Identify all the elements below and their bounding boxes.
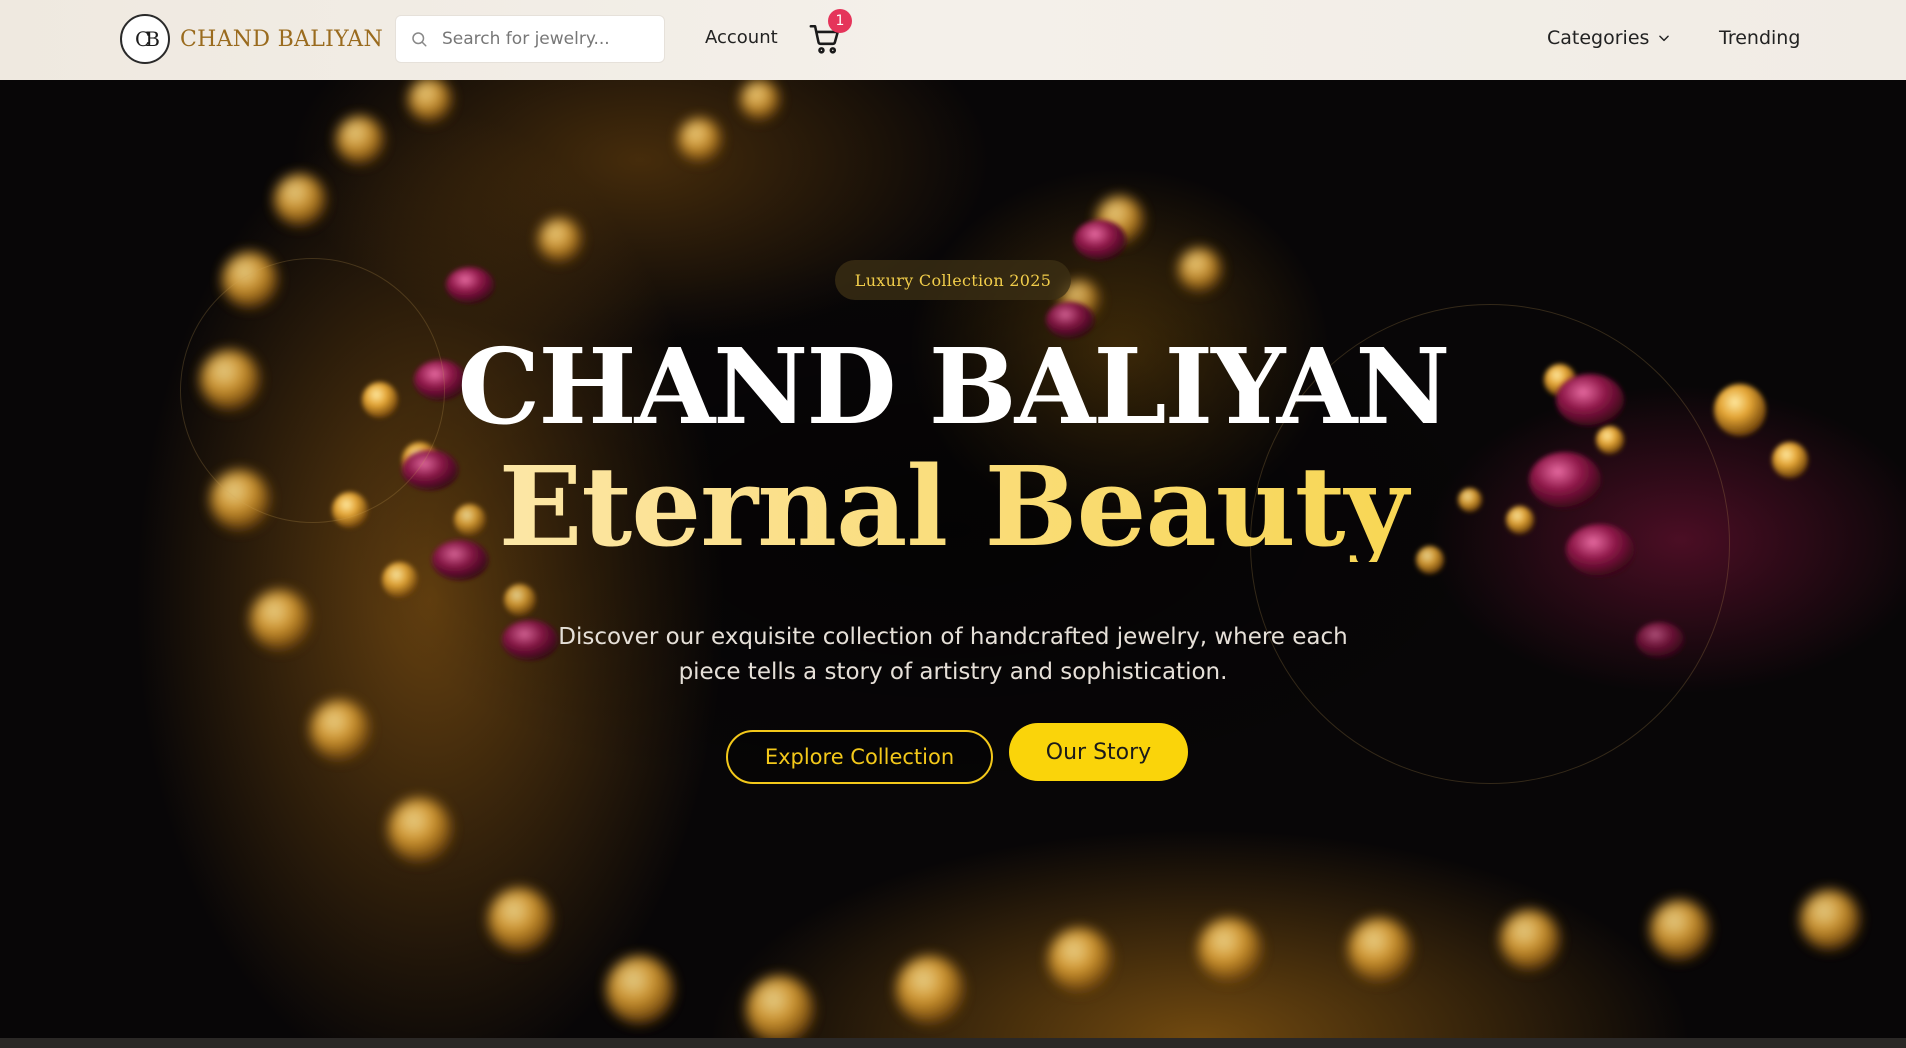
chevron-down-icon <box>1659 35 1670 42</box>
categories-dropdown[interactable]: Categories <box>1547 27 1671 49</box>
explore-collection-button[interactable]: Explore Collection <box>726 730 993 784</box>
hero-section: Luxury Collection 2025 CHAND BALIYAN Ete… <box>0 80 1906 1038</box>
categories-label: Categories <box>1547 27 1650 49</box>
bottom-edge <box>0 1038 1906 1048</box>
account-link[interactable]: Account <box>705 27 778 48</box>
search-bar <box>395 15 665 63</box>
brand-logo[interactable]: CB CHAND BALIYAN <box>120 14 383 64</box>
logo-monogram: CB <box>120 14 170 64</box>
hero-subtitle: Eternal Beauty <box>0 452 1906 562</box>
trending-link[interactable]: Trending <box>1719 27 1800 49</box>
search-icon <box>412 32 427 47</box>
brand-name: CHAND BALIYAN <box>180 26 383 52</box>
collection-badge: Luxury Collection 2025 <box>835 260 1071 300</box>
cart-count-badge: 1 <box>828 9 852 33</box>
site-header: CB CHAND BALIYAN Account 1 Categories Tr… <box>0 0 1906 80</box>
search-input[interactable] <box>442 29 642 49</box>
our-story-button[interactable]: Our Story <box>1009 723 1188 781</box>
hero-title: CHAND BALIYAN <box>457 325 1451 448</box>
hero-description: Discover our exquisite collection of han… <box>558 624 1348 685</box>
